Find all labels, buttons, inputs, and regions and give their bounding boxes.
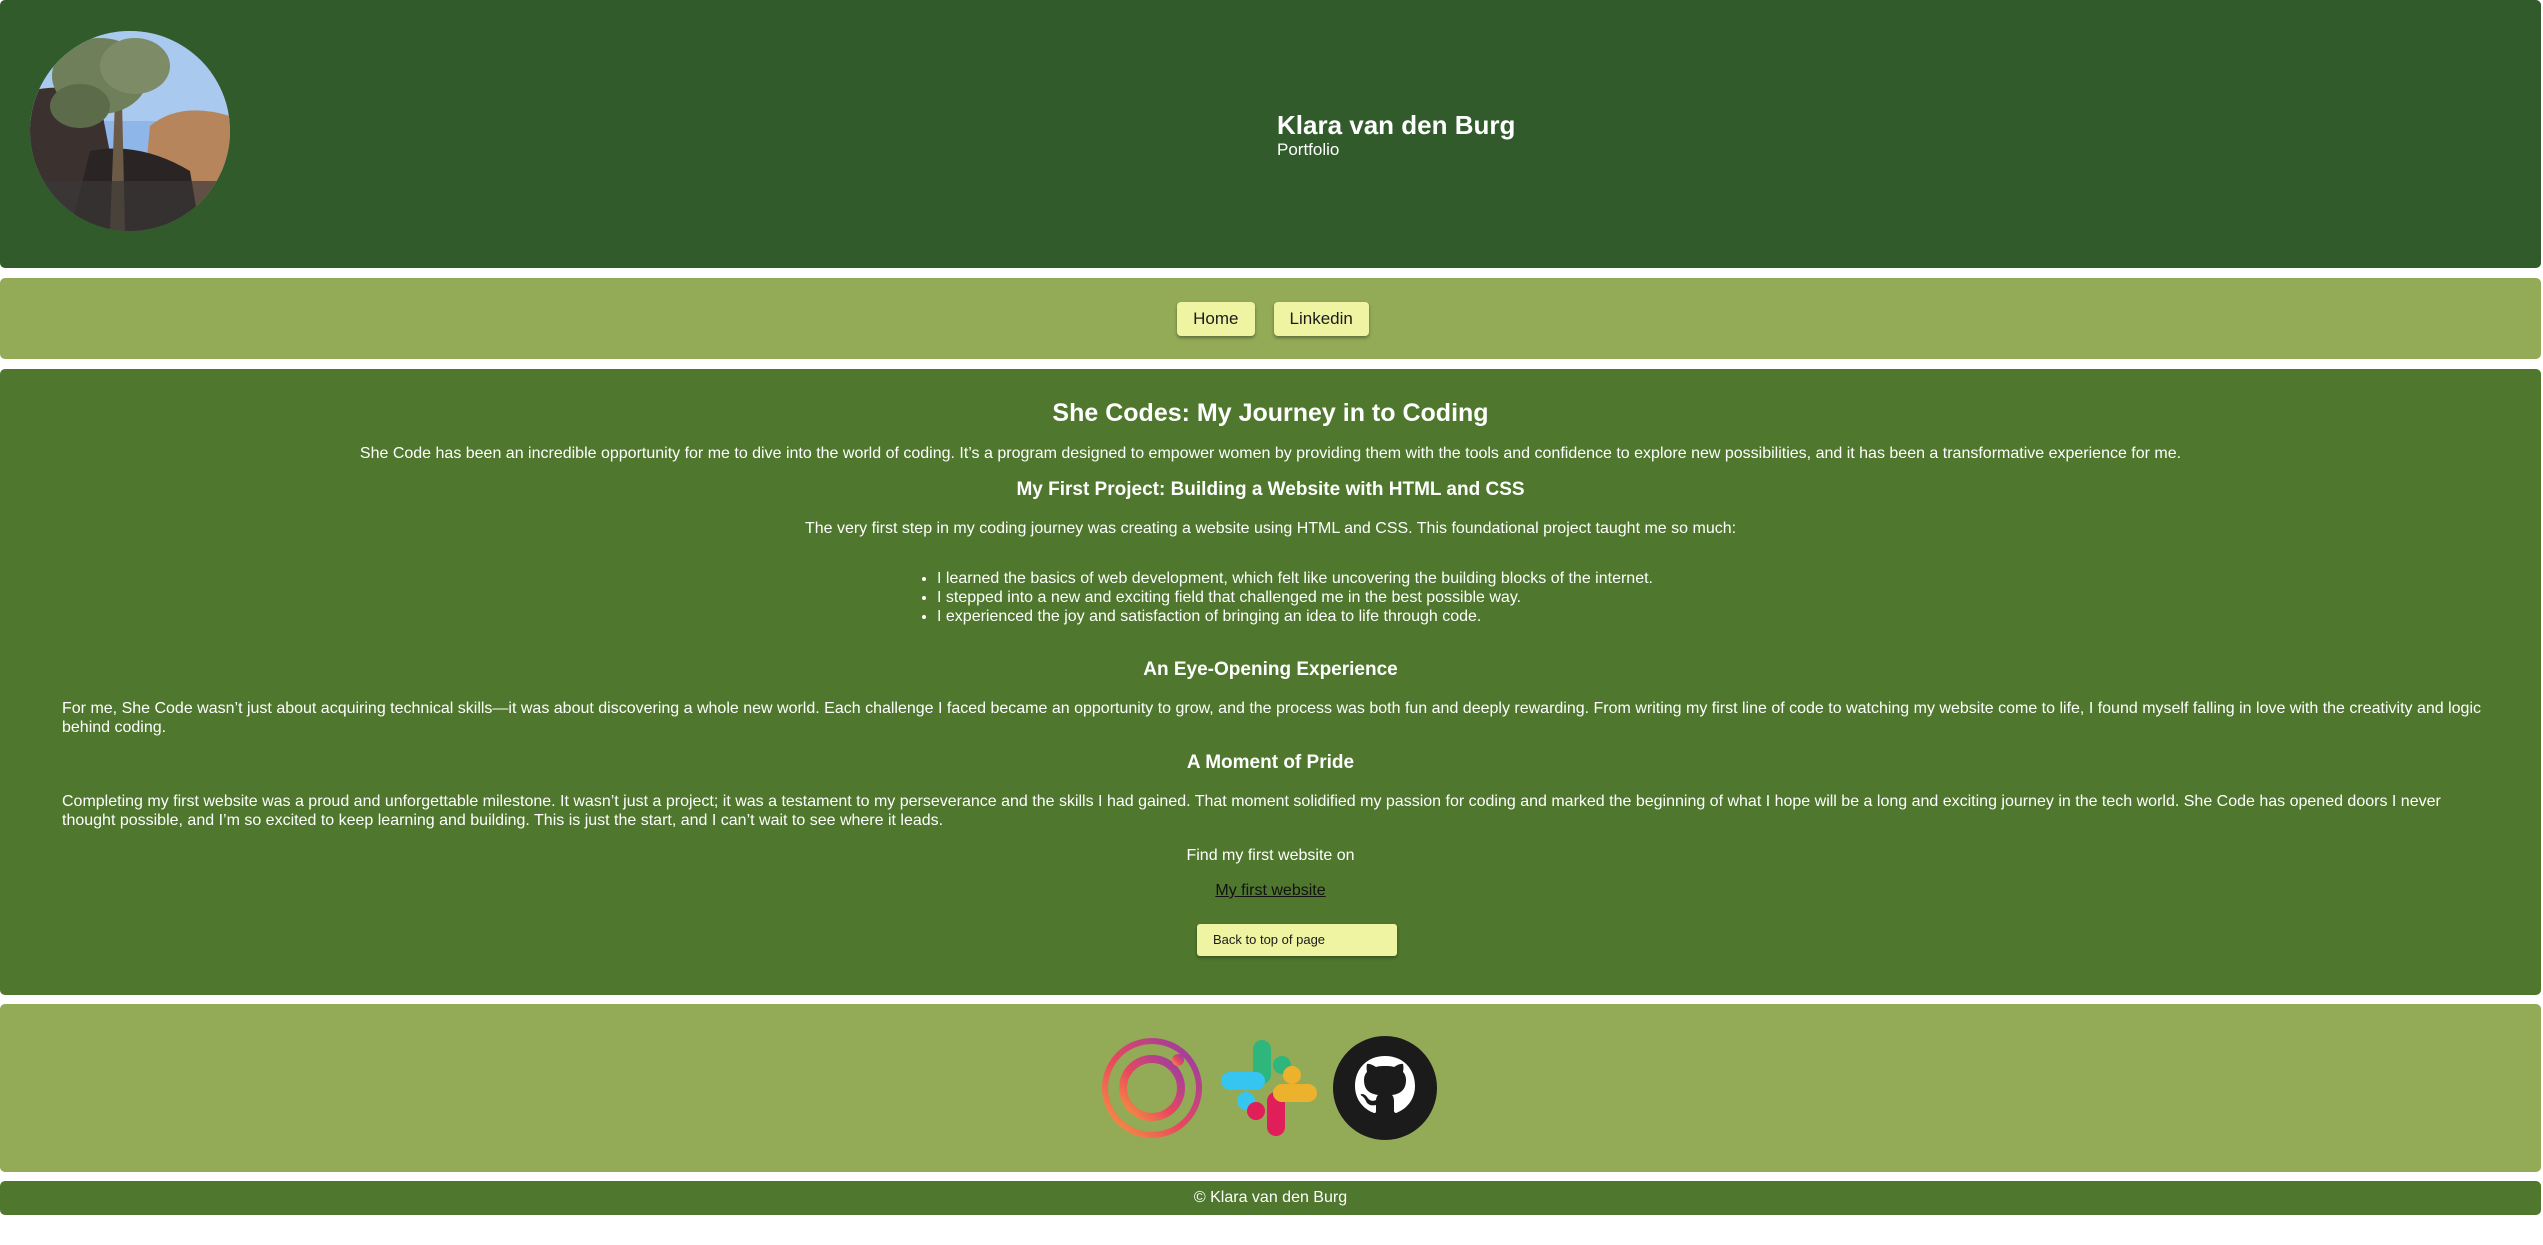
nav-bar: Home Linkedin — [0, 278, 2541, 359]
section3-heading: A Moment of Pride — [1186, 752, 1355, 773]
title-block: Klara van den Burg Portfolio — [1277, 110, 1515, 160]
copyright-text: © Klara van den Burg — [1193, 1189, 1348, 1206]
site-title: Klara van den Burg — [1277, 110, 1516, 140]
nav-home-button[interactable]: Home — [1177, 301, 1255, 336]
section3-paragraph: Completing my first website was a proud … — [62, 793, 2441, 829]
article-title: She Codes: My Journey in to Coding — [1052, 399, 1489, 427]
list-item: I stepped into a new and exciting field … — [937, 588, 1653, 607]
find-website-text: Find my first website on — [1186, 847, 1355, 864]
first-website-link-wrap: My first website — [0, 881, 2541, 900]
list-item: I learned the basics of web development,… — [937, 569, 1653, 588]
list-item: I experienced the joy and satisfaction o… — [937, 607, 1653, 626]
site-header: Klara van den Burg Portfolio — [0, 0, 2541, 268]
site-footer: © Klara van den Burg — [0, 1181, 2541, 1215]
profile-photo — [30, 31, 230, 231]
first-website-link[interactable]: My first website — [1215, 882, 1325, 899]
main-content: She Codes: My Journey in to Coding She C… — [0, 369, 2541, 995]
section1-list: I learned the basics of web development,… — [917, 569, 1653, 626]
intro-paragraph: She Code has been an incredible opportun… — [359, 445, 2182, 462]
page: Klara van den Burg Portfolio Home Linked… — [0, 0, 2543, 1245]
slack-icon[interactable] — [1217, 1036, 1321, 1140]
section2-paragraph: For me, She Code wasn’t just about acqui… — [62, 700, 2482, 736]
back-to-top-button[interactable]: Back to top of page — [1197, 924, 1397, 956]
instagram-icon[interactable] — [1100, 1036, 1204, 1140]
nav-linkedin-button[interactable]: Linkedin — [1273, 301, 1369, 336]
site-subtitle: Portfolio — [1277, 140, 1340, 159]
section1-heading: My First Project: Building a Website wit… — [1016, 479, 1525, 500]
social-links — [0, 1004, 2541, 1172]
section2-heading: An Eye-Opening Experience — [1143, 659, 1398, 680]
github-icon[interactable] — [1333, 1036, 1437, 1140]
section1-paragraph: The very first step in my coding journey… — [804, 520, 1737, 537]
